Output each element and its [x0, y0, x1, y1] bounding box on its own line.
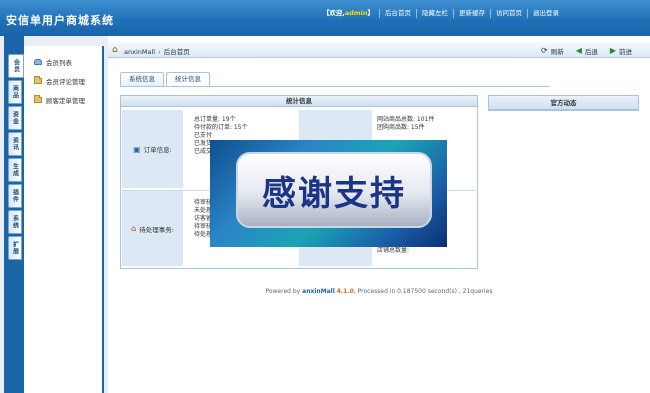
nav-admin-home[interactable]: 后台首页: [380, 9, 417, 18]
footer-version: 4.1.0: [336, 288, 354, 295]
tab-divider: [120, 86, 550, 87]
order-label: 订单信息:: [143, 146, 172, 154]
module-tab-system[interactable]: 系统: [8, 210, 22, 234]
sidebar-item-label: 会员评论管理: [46, 77, 85, 86]
breadcrumb-bar: ⌂ anxinMall › 后台首页 ⟳ 刷新 ◀ 后退 ▶ 前进: [108, 42, 650, 58]
pending-label: 待处理事务:: [139, 225, 174, 234]
welcome-text: 【欢迎,admin】: [318, 9, 380, 18]
paid-orders: 已支付: [194, 132, 213, 139]
sidebar-item-customer-orders[interactable]: 顾客定单管理: [24, 90, 102, 109]
module-tab-plugins[interactable]: 插件: [8, 184, 22, 208]
group-buy-goods: 团购商品数: 15件: [377, 124, 425, 131]
nav-hide-sidebar[interactable]: 隐藏左栏: [417, 9, 454, 18]
thanks-text: 感谢支持: [262, 173, 406, 214]
refresh-button[interactable]: ⟳ 刷新: [540, 46, 564, 57]
breadcrumb-root[interactable]: anxinMall: [124, 48, 155, 56]
breadcrumb-current: 后台首页: [163, 48, 190, 56]
header-decoration: [564, 0, 650, 36]
module-tab-members[interactable]: 会员: [8, 54, 24, 78]
total-goods: 网站商品总数: 101件: [377, 116, 435, 123]
module-tab-news[interactable]: 资讯: [8, 132, 22, 156]
nav-refresh-cache[interactable]: 更新缓存: [454, 9, 491, 18]
forward-button[interactable]: ▶ 前进: [609, 46, 632, 57]
sidebar: 会员列表 会员评论管理 顾客定单管理: [24, 46, 104, 393]
module-tab-goods[interactable]: 商品: [8, 80, 22, 104]
goods-stats: 网站商品总数: 101件 团购商品数: 15件: [377, 116, 477, 132]
back-icon: ◀: [575, 46, 582, 55]
refresh-icon: ⟳: [540, 46, 548, 55]
folder-icon: [34, 94, 42, 103]
official-news-panel: 官方动态: [488, 95, 639, 111]
nav-logout[interactable]: 退出登录: [528, 9, 564, 18]
folder-icon: [34, 75, 42, 84]
shop-count: 店铺总数量:: [377, 247, 410, 254]
module-tab-extend[interactable]: 扩展: [8, 236, 22, 260]
computer-icon: ▣: [133, 144, 141, 154]
person-icon: [34, 58, 42, 65]
sidebar-item-label: 会员列表: [46, 58, 72, 67]
app-title: 安信单用户商城系统: [6, 14, 114, 27]
unpaid-orders: 待付款的订单: 15个: [194, 124, 248, 131]
nav-visit-home[interactable]: 访问首页: [491, 9, 528, 18]
official-news-title: 官方动态: [489, 96, 638, 110]
house-icon: ⌂: [131, 224, 137, 233]
username: admin: [344, 9, 368, 17]
breadcrumb: anxinMall › 后台首页: [124, 48, 190, 56]
sidebar-item-member-list[interactable]: 会员列表: [24, 52, 102, 71]
info-tabs: 系统信息 统计信息: [120, 72, 210, 87]
top-header: 安信单用户商城系统 【欢迎,admin】 后台首页 隐藏左栏 更新缓存 访问首页…: [0, 0, 650, 36]
home-icon: ⌂: [112, 45, 118, 55]
footer: Powered by anxinMall 4.1.0, Processed in…: [265, 288, 493, 295]
sidebar-item-member-comments[interactable]: 会员评论管理: [24, 71, 102, 90]
thanks-overlay-image: 感谢支持: [210, 140, 447, 247]
order-label-cell: ▣ 订单信息:: [122, 110, 183, 188]
forward-icon: ▶: [609, 46, 616, 55]
footer-brand[interactable]: anxinMall: [302, 288, 335, 295]
module-tab-funds[interactable]: 资金: [8, 106, 22, 130]
top-nav: 【欢迎,admin】 后台首页 隐藏左栏 更新缓存 访问首页 退出登录: [318, 9, 564, 18]
module-tab-generate[interactable]: 生成: [8, 158, 22, 182]
statistics-title: 统计信息: [121, 96, 477, 107]
tab-statistics[interactable]: 统计信息: [166, 72, 210, 87]
total-orders: 总订单量: 19个: [194, 116, 236, 123]
shop-stats: 店铺总数量:: [377, 247, 477, 255]
module-tabs: 会员 商品 资金 资讯 生成 插件 系统 扩展: [8, 54, 24, 262]
pending-label-cell: ⌂ 待处理事务:: [122, 191, 183, 266]
back-button[interactable]: ◀ 后退: [575, 46, 598, 57]
tab-system-info[interactable]: 系统信息: [120, 72, 164, 86]
thanks-badge: 感谢支持: [236, 152, 432, 228]
sidebar-item-label: 顾客定单管理: [46, 96, 85, 105]
page-actions: ⟳ 刷新 ◀ 后退 ▶ 前进: [540, 46, 632, 57]
